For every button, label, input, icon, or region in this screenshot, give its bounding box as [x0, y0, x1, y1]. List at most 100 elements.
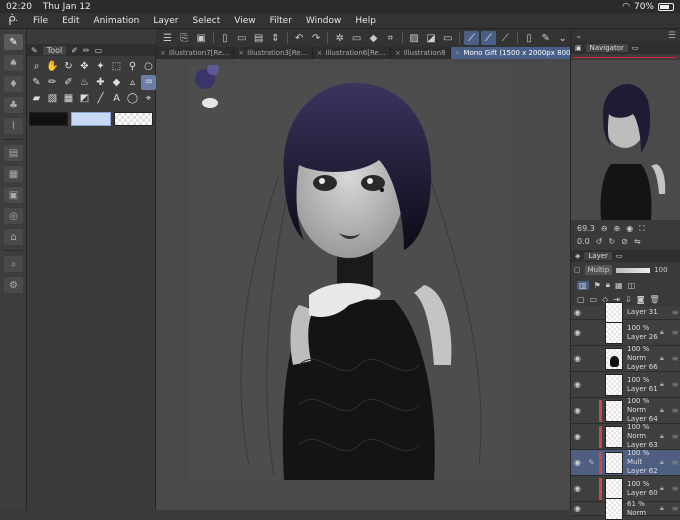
layer-row[interactable]: ◉ 100 % Norm Layer 64 🔒︎ ≡	[571, 397, 680, 424]
eye-icon[interactable]: ◉	[571, 484, 584, 493]
lock-icon[interactable]: 🔒︎	[606, 280, 610, 290]
loading-icon[interactable]: ✲	[332, 31, 347, 45]
layer-extra-icon[interactable]: ▭	[616, 252, 623, 260]
panel-icon[interactable]: ▤	[4, 145, 23, 161]
eye-icon[interactable]: ◉	[571, 432, 584, 441]
navigator-extra-icon[interactable]: ▭	[632, 44, 639, 52]
main-color-swatch[interactable]	[29, 112, 69, 126]
layer-row[interactable]: ◉ 100 % Layer 60 🔒︎ ≡	[571, 476, 680, 502]
settings-icon[interactable]: ⚙	[4, 277, 23, 293]
panel-menu-icon[interactable]: ☰	[668, 31, 676, 41]
watercolor-icon[interactable]: ♦	[4, 76, 23, 92]
correct-line-icon[interactable]: ⌖	[141, 91, 156, 106]
close-icon[interactable]: ×	[395, 49, 401, 57]
layer-props-icon[interactable]: ▦	[4, 166, 23, 182]
drag-handle-icon[interactable]: ≡	[670, 484, 680, 493]
menu-help[interactable]: Help	[348, 16, 383, 26]
rotate-icon[interactable]: ↻	[61, 59, 76, 74]
layer-tab[interactable]: Layer	[584, 252, 612, 260]
drag-handle-icon[interactable]: ≡	[670, 458, 680, 467]
gradient-icon[interactable]: ▧	[45, 91, 60, 106]
eraser-tab-icon[interactable]: ▭	[95, 46, 103, 55]
layer-row[interactable]: ◉ 100 % Layer 26 🔒︎ ≡	[571, 320, 680, 346]
undo-icon[interactable]: ↶	[292, 31, 307, 45]
eye-icon[interactable]: ◉	[571, 458, 584, 467]
eye-icon[interactable]: ◉	[571, 406, 584, 415]
selection-icon[interactable]: ⬚	[109, 59, 124, 74]
balloon-icon[interactable]: ◯	[125, 91, 140, 106]
zoom-in-icon[interactable]: ⊕	[614, 224, 621, 233]
doc-tab[interactable]: × Illustration8	[391, 47, 451, 59]
doc-tab[interactable]: × Illustration7[Re…	[156, 47, 235, 59]
add-mask-icon[interactable]: ◙	[637, 295, 645, 304]
eye-icon[interactable]: ◉	[571, 504, 584, 513]
close-icon[interactable]: ×	[160, 49, 166, 57]
eye-icon[interactable]: ◉	[571, 328, 584, 337]
flip-icon[interactable]: ⇋	[634, 237, 641, 246]
transform-icon[interactable]: ⌗	[383, 31, 398, 45]
menu-icon[interactable]: ☰	[160, 31, 175, 45]
save-icon[interactable]: ▤	[251, 31, 266, 45]
reference-icon[interactable]: ▯	[522, 31, 537, 45]
merge-icon[interactable]: ⇩	[625, 295, 632, 304]
brush-tab-icon[interactable]: ✐	[71, 46, 78, 55]
close-icon[interactable]: ×	[317, 49, 323, 57]
menu-file[interactable]: File	[26, 16, 55, 26]
frame-icon[interactable]: ▦	[61, 91, 76, 106]
brush-icon[interactable]: ✐	[61, 75, 76, 90]
snap-icon[interactable]: ⟋	[464, 31, 479, 45]
layer-row[interactable]: ◉ 100 % Layer 61 🔒︎ ≡	[571, 372, 680, 398]
zoom-value[interactable]: 69.3	[577, 224, 595, 233]
invert-icon[interactable]: ▭	[440, 31, 455, 45]
lasso-icon[interactable]: ○	[141, 59, 156, 74]
pen-icon[interactable]: ✎	[584, 458, 599, 467]
pencil-icon[interactable]: ✏	[45, 75, 60, 90]
app-logo-icon[interactable]: ᑹ	[0, 14, 26, 28]
redo-icon[interactable]: ↷	[309, 31, 324, 45]
fill-icon[interactable]: ♒	[141, 75, 156, 90]
navigator-preview[interactable]	[571, 54, 680, 220]
pen-icon[interactable]: ✎	[29, 75, 44, 90]
layer-row[interactable]: ◉ 100 % Norm Layer 66 🔒︎ ≡	[571, 345, 680, 372]
bucket-icon[interactable]: ▰	[29, 91, 44, 106]
sparkle-select-icon[interactable]: ✦	[93, 59, 108, 74]
rotate-right-icon[interactable]: ↻	[608, 237, 615, 246]
new-icon[interactable]: ⎘	[177, 31, 192, 45]
chevron-down-icon[interactable]: ⌄	[575, 31, 583, 41]
layer-row[interactable]: ◉ Layer 31 ≡	[571, 301, 680, 324]
deselect-icon[interactable]: ▨	[407, 31, 422, 45]
close-icon[interactable]: ×	[455, 49, 461, 57]
blend-icon[interactable]: ♣	[4, 97, 23, 113]
menu-edit[interactable]: Edit	[55, 16, 86, 26]
eraser-icon[interactable]: ◆	[109, 75, 124, 90]
lock-transparency-icon[interactable]: ▦	[615, 281, 623, 290]
navigator-tab[interactable]: Navigator	[585, 44, 628, 52]
hand-icon[interactable]: ✋	[45, 59, 60, 74]
menu-animation[interactable]: Animation	[87, 16, 147, 26]
eye-icon[interactable]: ◉	[571, 308, 584, 317]
drag-handle-icon[interactable]: ≡	[670, 406, 680, 415]
clear-icon[interactable]: ▭	[349, 31, 364, 45]
drag-handle-icon[interactable]: ≡	[670, 308, 680, 317]
transparent-swatch[interactable]	[113, 112, 153, 126]
mask-icon[interactable]: ◫	[628, 281, 636, 290]
zoom-out-icon[interactable]: ⊖	[601, 224, 608, 233]
menu-select[interactable]: Select	[185, 16, 227, 26]
reset-rotation-icon[interactable]: ⊘	[621, 237, 628, 246]
airbrush-icon[interactable]: ♨	[77, 75, 92, 90]
drag-handle-icon[interactable]: ≡	[670, 504, 680, 513]
tool-tab[interactable]: Tool	[42, 45, 67, 55]
color-wheel-icon[interactable]: ◎	[4, 208, 23, 224]
fill-icon[interactable]: ◆	[366, 31, 381, 45]
opacity-value[interactable]: 100	[654, 266, 667, 274]
edit-icon[interactable]: ✎	[538, 31, 553, 45]
clip-icon[interactable]: ▥	[577, 280, 589, 290]
opacity-slider[interactable]	[616, 267, 651, 273]
drag-handle-icon[interactable]: ≡	[670, 354, 680, 363]
menu-view[interactable]: View	[227, 16, 262, 26]
eye-icon[interactable]: ◉	[571, 380, 584, 389]
pencil-tab-icon[interactable]: ✏	[83, 46, 90, 55]
snap-special-icon[interactable]: ⟋	[480, 31, 496, 45]
crop-icon[interactable]: ◪	[424, 31, 439, 45]
new-folder-icon[interactable]: ▭	[590, 295, 598, 304]
